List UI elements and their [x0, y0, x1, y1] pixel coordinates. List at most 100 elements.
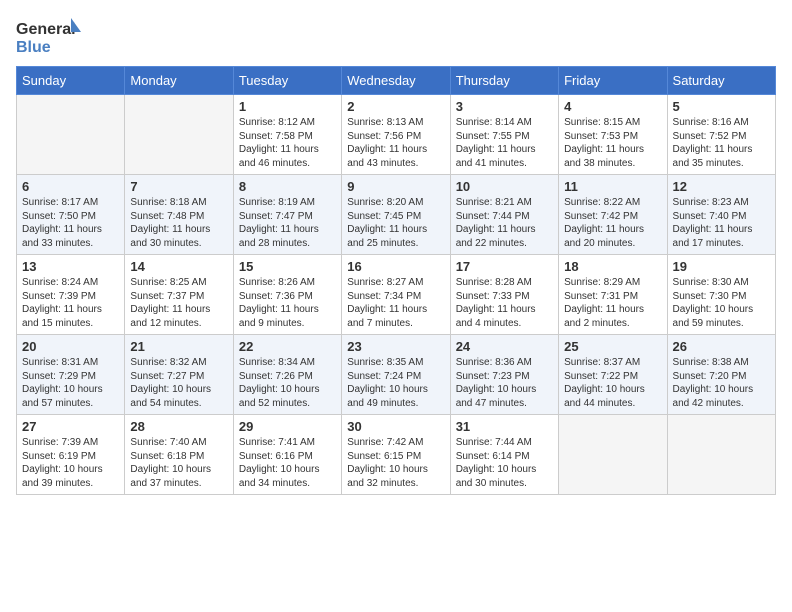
- day-number: 7: [130, 179, 227, 194]
- day-info: Sunrise: 8:14 AMSunset: 7:55 PMDaylight:…: [456, 116, 553, 170]
- generalblue-logo-icon: GeneralBlue: [16, 16, 86, 56]
- day-number: 20: [22, 339, 119, 354]
- calendar-day-cell: 14 Sunrise: 8:25 AMSunset: 7:37 PMDayligh…: [125, 255, 233, 335]
- day-number: 30: [347, 419, 444, 434]
- calendar-day-cell: 15 Sunrise: 8:26 AMSunset: 7:36 PMDayligh…: [233, 255, 341, 335]
- calendar-day-cell: 1 Sunrise: 8:12 AMSunset: 7:58 PMDaylight…: [233, 95, 341, 175]
- calendar-day-cell: 29Sunrise: 7:41 AMSunset: 6:16 PMDayligh…: [233, 415, 341, 495]
- calendar-day-cell: 11 Sunrise: 8:22 AMSunset: 7:42 PMDayligh…: [559, 175, 667, 255]
- calendar-day-cell: 28 Sunrise: 7:40 AMSunset: 6:18 PMDayligh…: [125, 415, 233, 495]
- calendar-day-cell: 8 Sunrise: 8:19 AMSunset: 7:47 PMDaylight…: [233, 175, 341, 255]
- day-info: Sunrise: 8:29 AMSunset: 7:31 PMDaylight:…: [564, 276, 661, 330]
- day-number: 31: [456, 419, 553, 434]
- weekday-header-friday: Friday: [559, 67, 667, 95]
- calendar-day-cell: 16Sunrise: 8:27 AMSunset: 7:34 PMDayligh…: [342, 255, 450, 335]
- day-info: Sunrise: 7:39 AMSunset: 6:19 PMDaylight:…: [22, 436, 119, 490]
- calendar-day-cell: [559, 415, 667, 495]
- day-info: Sunrise: 8:25 AMSunset: 7:37 PMDaylight:…: [130, 276, 227, 330]
- calendar-day-cell: 7 Sunrise: 8:18 AMSunset: 7:48 PMDaylight…: [125, 175, 233, 255]
- day-info: Sunrise: 8:24 AMSunset: 7:39 PMDaylight:…: [22, 276, 119, 330]
- day-info: Sunrise: 8:34 AMSunset: 7:26 PMDaylight:…: [239, 356, 336, 410]
- calendar-day-cell: 9 Sunrise: 8:20 AMSunset: 7:45 PMDaylight…: [342, 175, 450, 255]
- calendar-week-row: 13 Sunrise: 8:24 AMSunset: 7:39 PMDayligh…: [17, 255, 776, 335]
- day-number: 15: [239, 259, 336, 274]
- day-number: 2: [347, 99, 444, 114]
- calendar-day-cell: 13 Sunrise: 8:24 AMSunset: 7:39 PMDayligh…: [17, 255, 125, 335]
- calendar-day-cell: 5 Sunrise: 8:16 AMSunset: 7:52 PMDaylight…: [667, 95, 775, 175]
- day-number: 8: [239, 179, 336, 194]
- calendar-week-row: 20 Sunrise: 8:31 AMSunset: 7:29 PMDayligh…: [17, 335, 776, 415]
- day-number: 9: [347, 179, 444, 194]
- day-info: Sunrise: 8:20 AMSunset: 7:45 PMDaylight:…: [347, 196, 444, 250]
- day-info: Sunrise: 8:30 AMSunset: 7:30 PMDaylight:…: [673, 276, 770, 330]
- calendar-table: SundayMondayTuesdayWednesdayThursdayFrid…: [16, 66, 776, 495]
- day-number: 24: [456, 339, 553, 354]
- calendar-day-cell: [125, 95, 233, 175]
- calendar-day-cell: 10Sunrise: 8:21 AMSunset: 7:44 PMDayligh…: [450, 175, 558, 255]
- weekday-header-row: SundayMondayTuesdayWednesdayThursdayFrid…: [17, 67, 776, 95]
- day-info: Sunrise: 8:22 AMSunset: 7:42 PMDaylight:…: [564, 196, 661, 250]
- calendar-day-cell: 18 Sunrise: 8:29 AMSunset: 7:31 PMDayligh…: [559, 255, 667, 335]
- day-number: 18: [564, 259, 661, 274]
- day-info: Sunrise: 8:32 AMSunset: 7:27 PMDaylight:…: [130, 356, 227, 410]
- calendar-day-cell: 6Sunrise: 8:17 AMSunset: 7:50 PMDaylight…: [17, 175, 125, 255]
- day-info: Sunrise: 8:13 AMSunset: 7:56 PMDaylight:…: [347, 116, 444, 170]
- day-number: 14: [130, 259, 227, 274]
- calendar-day-cell: 19 Sunrise: 8:30 AMSunset: 7:30 PMDayligh…: [667, 255, 775, 335]
- page-header: GeneralBlue: [16, 16, 776, 56]
- calendar-day-cell: 4Sunrise: 8:15 AMSunset: 7:53 PMDaylight…: [559, 95, 667, 175]
- day-info: Sunrise: 8:38 AMSunset: 7:20 PMDaylight:…: [673, 356, 770, 410]
- day-info: Sunrise: 7:40 AMSunset: 6:18 PMDaylight:…: [130, 436, 227, 490]
- weekday-header-monday: Monday: [125, 67, 233, 95]
- calendar-day-cell: 20 Sunrise: 8:31 AMSunset: 7:29 PMDayligh…: [17, 335, 125, 415]
- day-info: Sunrise: 8:26 AMSunset: 7:36 PMDaylight:…: [239, 276, 336, 330]
- calendar-day-cell: 17Sunrise: 8:28 AMSunset: 7:33 PMDayligh…: [450, 255, 558, 335]
- svg-text:Blue: Blue: [16, 39, 51, 56]
- calendar-week-row: 27Sunrise: 7:39 AMSunset: 6:19 PMDayligh…: [17, 415, 776, 495]
- calendar-day-cell: 23 Sunrise: 8:35 AMSunset: 7:24 PMDayligh…: [342, 335, 450, 415]
- day-number: 23: [347, 339, 444, 354]
- svg-text:General: General: [16, 21, 76, 38]
- day-number: 25: [564, 339, 661, 354]
- calendar-day-cell: 30Sunrise: 7:42 AMSunset: 6:15 PMDayligh…: [342, 415, 450, 495]
- calendar-day-cell: 3 Sunrise: 8:14 AMSunset: 7:55 PMDaylight…: [450, 95, 558, 175]
- calendar-day-cell: 2 Sunrise: 8:13 AMSunset: 7:56 PMDaylight…: [342, 95, 450, 175]
- day-info: Sunrise: 8:35 AMSunset: 7:24 PMDaylight:…: [347, 356, 444, 410]
- day-info: Sunrise: 8:15 AMSunset: 7:53 PMDaylight:…: [564, 116, 661, 170]
- day-info: Sunrise: 8:19 AMSunset: 7:47 PMDaylight:…: [239, 196, 336, 250]
- day-number: 11: [564, 179, 661, 194]
- day-info: Sunrise: 8:37 AMSunset: 7:22 PMDaylight:…: [564, 356, 661, 410]
- day-number: 3: [456, 99, 553, 114]
- weekday-header-wednesday: Wednesday: [342, 67, 450, 95]
- day-number: 21: [130, 339, 227, 354]
- calendar-day-cell: [667, 415, 775, 495]
- day-number: 5: [673, 99, 770, 114]
- day-info: Sunrise: 8:17 AMSunset: 7:50 PMDaylight:…: [22, 196, 119, 250]
- calendar-day-cell: 21 Sunrise: 8:32 AMSunset: 7:27 PMDayligh…: [125, 335, 233, 415]
- weekday-header-tuesday: Tuesday: [233, 67, 341, 95]
- day-number: 13: [22, 259, 119, 274]
- day-info: Sunrise: 8:18 AMSunset: 7:48 PMDaylight:…: [130, 196, 227, 250]
- day-number: 19: [673, 259, 770, 274]
- day-info: Sunrise: 8:16 AMSunset: 7:52 PMDaylight:…: [673, 116, 770, 170]
- day-info: Sunrise: 8:12 AMSunset: 7:58 PMDaylight:…: [239, 116, 336, 170]
- day-number: 12: [673, 179, 770, 194]
- day-info: Sunrise: 8:28 AMSunset: 7:33 PMDaylight:…: [456, 276, 553, 330]
- day-info: Sunrise: 8:27 AMSunset: 7:34 PMDaylight:…: [347, 276, 444, 330]
- day-number: 28: [130, 419, 227, 434]
- weekday-header-saturday: Saturday: [667, 67, 775, 95]
- calendar-day-cell: 12Sunrise: 8:23 AMSunset: 7:40 PMDayligh…: [667, 175, 775, 255]
- day-number: 29: [239, 419, 336, 434]
- day-info: Sunrise: 8:31 AMSunset: 7:29 PMDaylight:…: [22, 356, 119, 410]
- calendar-week-row: 1 Sunrise: 8:12 AMSunset: 7:58 PMDaylight…: [17, 95, 776, 175]
- calendar-day-cell: 27Sunrise: 7:39 AMSunset: 6:19 PMDayligh…: [17, 415, 125, 495]
- logo: GeneralBlue: [16, 16, 86, 56]
- calendar-day-cell: 25 Sunrise: 8:37 AMSunset: 7:22 PMDayligh…: [559, 335, 667, 415]
- day-number: 1: [239, 99, 336, 114]
- weekday-header-thursday: Thursday: [450, 67, 558, 95]
- day-number: 26: [673, 339, 770, 354]
- weekday-header-sunday: Sunday: [17, 67, 125, 95]
- day-number: 22: [239, 339, 336, 354]
- calendar-day-cell: [17, 95, 125, 175]
- calendar-week-row: 6Sunrise: 8:17 AMSunset: 7:50 PMDaylight…: [17, 175, 776, 255]
